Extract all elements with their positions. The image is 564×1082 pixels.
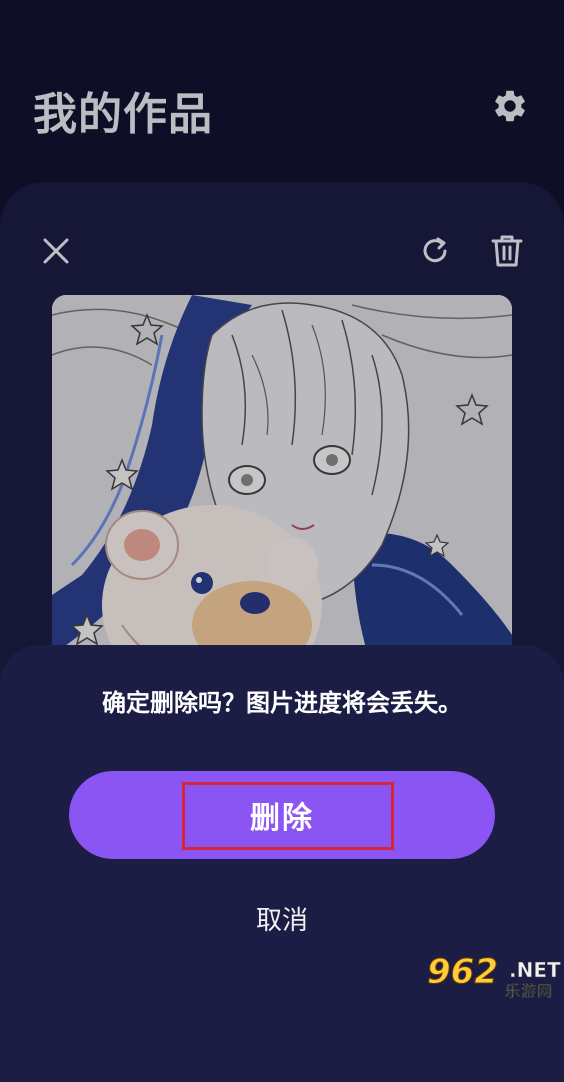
watermark-number: 962 — [427, 952, 499, 993]
watermark-logo: 962 .NET 乐游网 — [423, 952, 561, 1001]
watermark-site-name: 乐游网 — [505, 982, 554, 1000]
cancel-button[interactable]: 取消 — [222, 893, 342, 943]
dialog-message: 确定删除吗？图片进度将会丢失。 — [102, 689, 462, 717]
watermark-domain: .NET — [509, 958, 561, 983]
confirm-delete-button[interactable]: 删除 — [69, 771, 495, 859]
confirm-delete-label: 删除 — [250, 801, 314, 836]
